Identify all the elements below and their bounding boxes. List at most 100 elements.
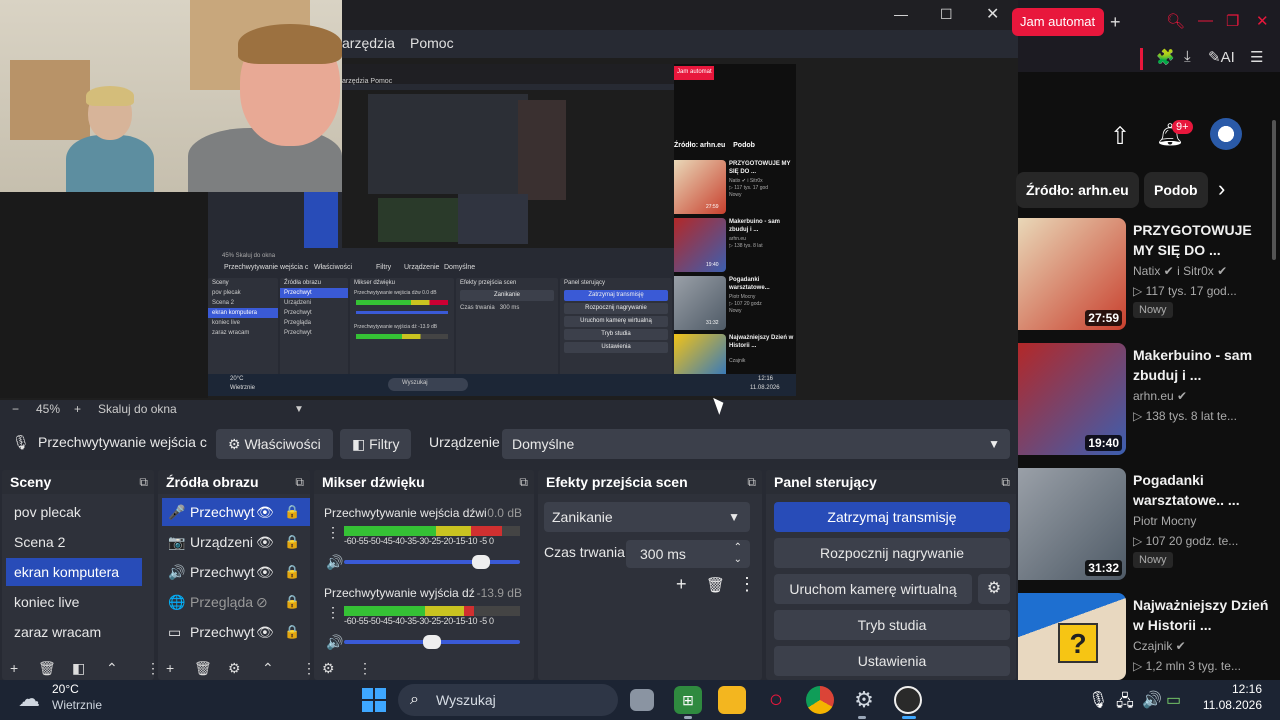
gear-icon[interactable]: ⚙ [228,660,241,677]
download-icon[interactable]: ⤓ [1184,48,1191,65]
start-button[interactable] [362,688,386,712]
undock-icon[interactable]: ⧉ [519,475,528,490]
speaker-icon[interactable]: 🔊 [326,634,343,651]
zoom-in-button[interactable]: + [74,402,81,416]
chip-source[interactable]: Źródło: arhn.eu [1016,172,1139,208]
add-icon[interactable]: + [166,660,174,676]
menu-icon[interactable]: ☰ [1250,48,1263,66]
more-icon[interactable]: ⋮ [738,574,756,595]
volume-knob[interactable] [472,555,491,569]
task-view-icon[interactable] [630,689,654,711]
avatar[interactable] [1210,118,1242,150]
chevron-down-icon[interactable]: ⌄ [734,546,742,574]
filter-icon[interactable]: ◧ [72,660,85,677]
lock-icon[interactable]: 🔒 [284,498,300,526]
video-thumbnail[interactable]: 31:32 [1018,468,1126,580]
video-item[interactable]: 19:40 Makerbuino - sam zbuduj i ... arhn… [1018,343,1280,461]
zoom-mode[interactable]: Skaluj do okna [98,402,177,416]
chevron-right-icon[interactable]: › [1218,176,1225,202]
zoom-out-button[interactable]: − [12,402,19,416]
undock-icon[interactable]: ⧉ [747,475,756,490]
trash-icon[interactable]: 🗑 [38,660,56,677]
file-explorer-icon[interactable] [718,686,746,714]
video-thumbnail[interactable]: 19:40 [1018,343,1126,455]
trash-icon[interactable]: 🗑 [194,660,212,677]
minimize-icon[interactable]: — [1198,12,1213,29]
video-title[interactable]: Makerbuino - sam zbuduj i ... [1133,345,1273,385]
extension-icon[interactable]: 🧩 [1156,48,1175,66]
scrollbar[interactable] [1272,120,1276,260]
scene-item[interactable]: zaraz wracam [6,618,142,646]
lock-icon[interactable]: 🔒 [284,528,300,556]
menu-help[interactable]: Pomoc [410,35,454,51]
browser-tab[interactable]: Jam automat ✕ [1012,8,1104,36]
undock-icon[interactable]: ⧉ [1001,475,1010,490]
lock-icon[interactable]: 🔒 [284,618,300,646]
video-item[interactable]: 27:59 PRZYGOTOWUJE MY SIĘ DO ... Natix ✔… [1018,218,1280,336]
taskbar-search[interactable]: ⌕ Wyszukaj [398,684,618,716]
chrome-icon[interactable] [806,686,834,714]
chevron-up-icon[interactable]: ⌃ [106,660,118,677]
chevron-up-icon[interactable]: ⌃ [262,660,274,677]
weather-icon[interactable]: ☁ [18,686,40,712]
stop-streaming-button[interactable]: Zatrzymaj transmisję [774,502,1010,532]
visibility-icon[interactable]: 👁 [256,618,274,646]
settings-button[interactable]: Ustawienia [774,646,1010,676]
volume-slider[interactable] [344,555,520,569]
search-icon[interactable]: 🔍︎ [1166,12,1185,30]
trash-icon[interactable]: 🗑 [706,576,725,594]
volume-slider[interactable] [344,635,520,649]
settings-gear-icon[interactable]: ⚙ [850,686,878,714]
scene-item[interactable]: ekran komputera [6,558,142,586]
video-thumbnail[interactable]: ? [1018,593,1126,680]
more-icon[interactable]: ⋮ [146,660,154,677]
source-item[interactable]: 🌐 Przegląda ⊘ 🔒 [162,588,310,616]
start-recording-button[interactable]: Rozpocznij nagrywanie [774,538,1010,568]
video-channel[interactable]: Piotr Mocny [1133,514,1196,528]
video-item[interactable]: 31:32 Pogadanki warsztatowe.. ... Piotr … [1018,468,1280,586]
obs-icon[interactable] [894,686,922,714]
scene-item[interactable]: pov plecak [6,498,142,526]
upload-icon[interactable]: ⇧ [1110,122,1130,151]
opera-icon[interactable]: ○ [762,686,790,714]
more-icon[interactable]: ⋮ [358,660,372,677]
source-item[interactable]: 📷 Urządzeni 👁 🔒 [162,528,310,556]
video-title[interactable]: Pogadanki warsztatowe.. ... [1133,470,1273,510]
add-icon[interactable]: + [676,574,687,595]
weather-condition[interactable]: Wietrznie [52,698,102,712]
video-title[interactable]: Najważniejszy Dzień w Historii ... [1133,595,1273,635]
transition-select[interactable]: Zanikanie ▼ [544,502,750,532]
microphone-icon[interactable]: 🎙 [1088,690,1108,710]
duration-input[interactable]: 300 ms ⌃ ⌄ [626,540,750,568]
lock-icon[interactable]: 🔒 [284,588,300,616]
more-icon[interactable]: ⋮ [326,604,340,621]
close-icon[interactable]: ✕ [986,4,999,24]
source-item[interactable]: ▭ Przechwyt 👁 🔒 [162,618,310,646]
speaker-icon[interactable]: 🔊 [326,554,343,571]
filters-button[interactable]: ◧ Filtry [340,429,412,459]
visibility-icon[interactable]: 👁 [256,558,274,586]
source-item[interactable]: 🎤 Przechwyt 👁 🔒 [162,498,310,526]
undock-icon[interactable]: ⧉ [295,475,304,490]
more-icon[interactable]: ⋮ [326,524,340,541]
minimize-icon[interactable]: — [894,6,908,22]
maximize-icon[interactable]: ☐ [940,6,953,23]
video-title[interactable]: PRZYGOTOWUJE MY SIĘ DO ... [1133,220,1273,260]
hidden-icon[interactable]: ⊘ [256,588,268,616]
scene-item[interactable]: koniec live [6,588,142,616]
network-icon[interactable]: 🖧 [1116,690,1134,717]
start-virtual-camera-button[interactable]: Uruchom kamerę wirtualną [774,574,972,604]
volume-knob[interactable] [423,635,441,649]
more-icon[interactable]: ⋮ [302,660,310,677]
clock-date[interactable]: 11.08.2026 [1190,698,1262,712]
close-icon[interactable]: ✕ [1103,18,1104,29]
source-item[interactable]: 🔊 Przechwyt 👁 🔒 [162,558,310,586]
gear-icon[interactable]: ⚙ [978,574,1010,604]
new-tab-button[interactable]: + [1110,12,1121,33]
gear-icon[interactable]: ⚙ [322,660,335,677]
add-icon[interactable]: + [10,660,18,676]
video-channel[interactable]: arhn.eu ✔ [1133,389,1187,403]
studio-mode-button[interactable]: Tryb studia [774,610,1010,640]
video-channel[interactable]: Natix ✔ i Sitr0x ✔ [1133,264,1227,278]
visibility-icon[interactable]: 👁 [256,528,274,556]
